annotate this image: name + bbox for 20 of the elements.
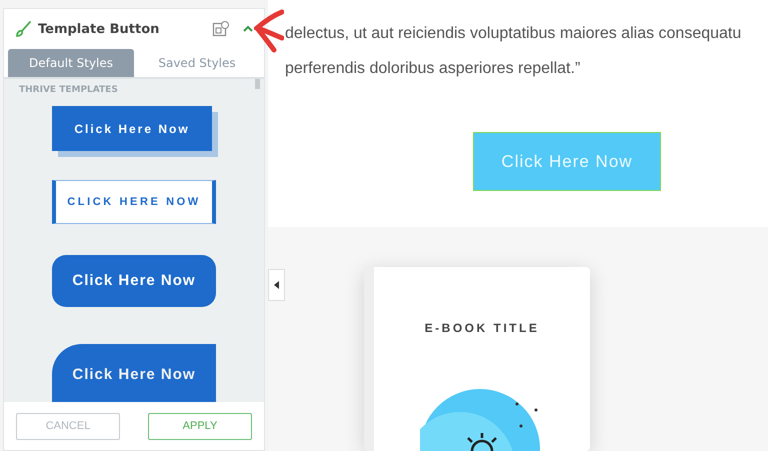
ebook-title: E-BOOK TITLE xyxy=(424,321,540,335)
paragraph-line: perferendis doloribus asperiores repellat.” xyxy=(285,59,582,79)
collapse-chevron-icon[interactable] xyxy=(242,24,254,34)
template-button[interactable]: Click Here Now xyxy=(52,254,216,307)
apply-button[interactable]: APPLY xyxy=(148,412,252,440)
section-label: THRIVE TEMPLATES xyxy=(19,85,118,95)
styles-tab[interactable]: Saved Styles xyxy=(134,49,260,77)
cta-button[interactable]: Click Here Now xyxy=(473,132,661,191)
template-button[interactable]: Click Here Now xyxy=(52,344,216,402)
template-button[interactable]: CLICK HERE NOW xyxy=(52,180,216,224)
scrollbar-thumb[interactable] xyxy=(255,79,260,89)
sidebar-toggle[interactable] xyxy=(268,269,285,301)
brush-icon xyxy=(14,20,32,38)
template-grid-icon[interactable] xyxy=(212,20,230,38)
panel-title: Template Button xyxy=(38,22,160,36)
template-button[interactable]: Click Here Now xyxy=(52,106,212,152)
cancel-button[interactable]: CANCEL xyxy=(16,412,120,440)
styles-tab[interactable]: Default Styles xyxy=(8,49,134,77)
paragraph-line: delectus, ut aut reiciendis voluptatibus maiores alias consequatu xyxy=(285,24,742,44)
caret-icon xyxy=(274,281,280,289)
